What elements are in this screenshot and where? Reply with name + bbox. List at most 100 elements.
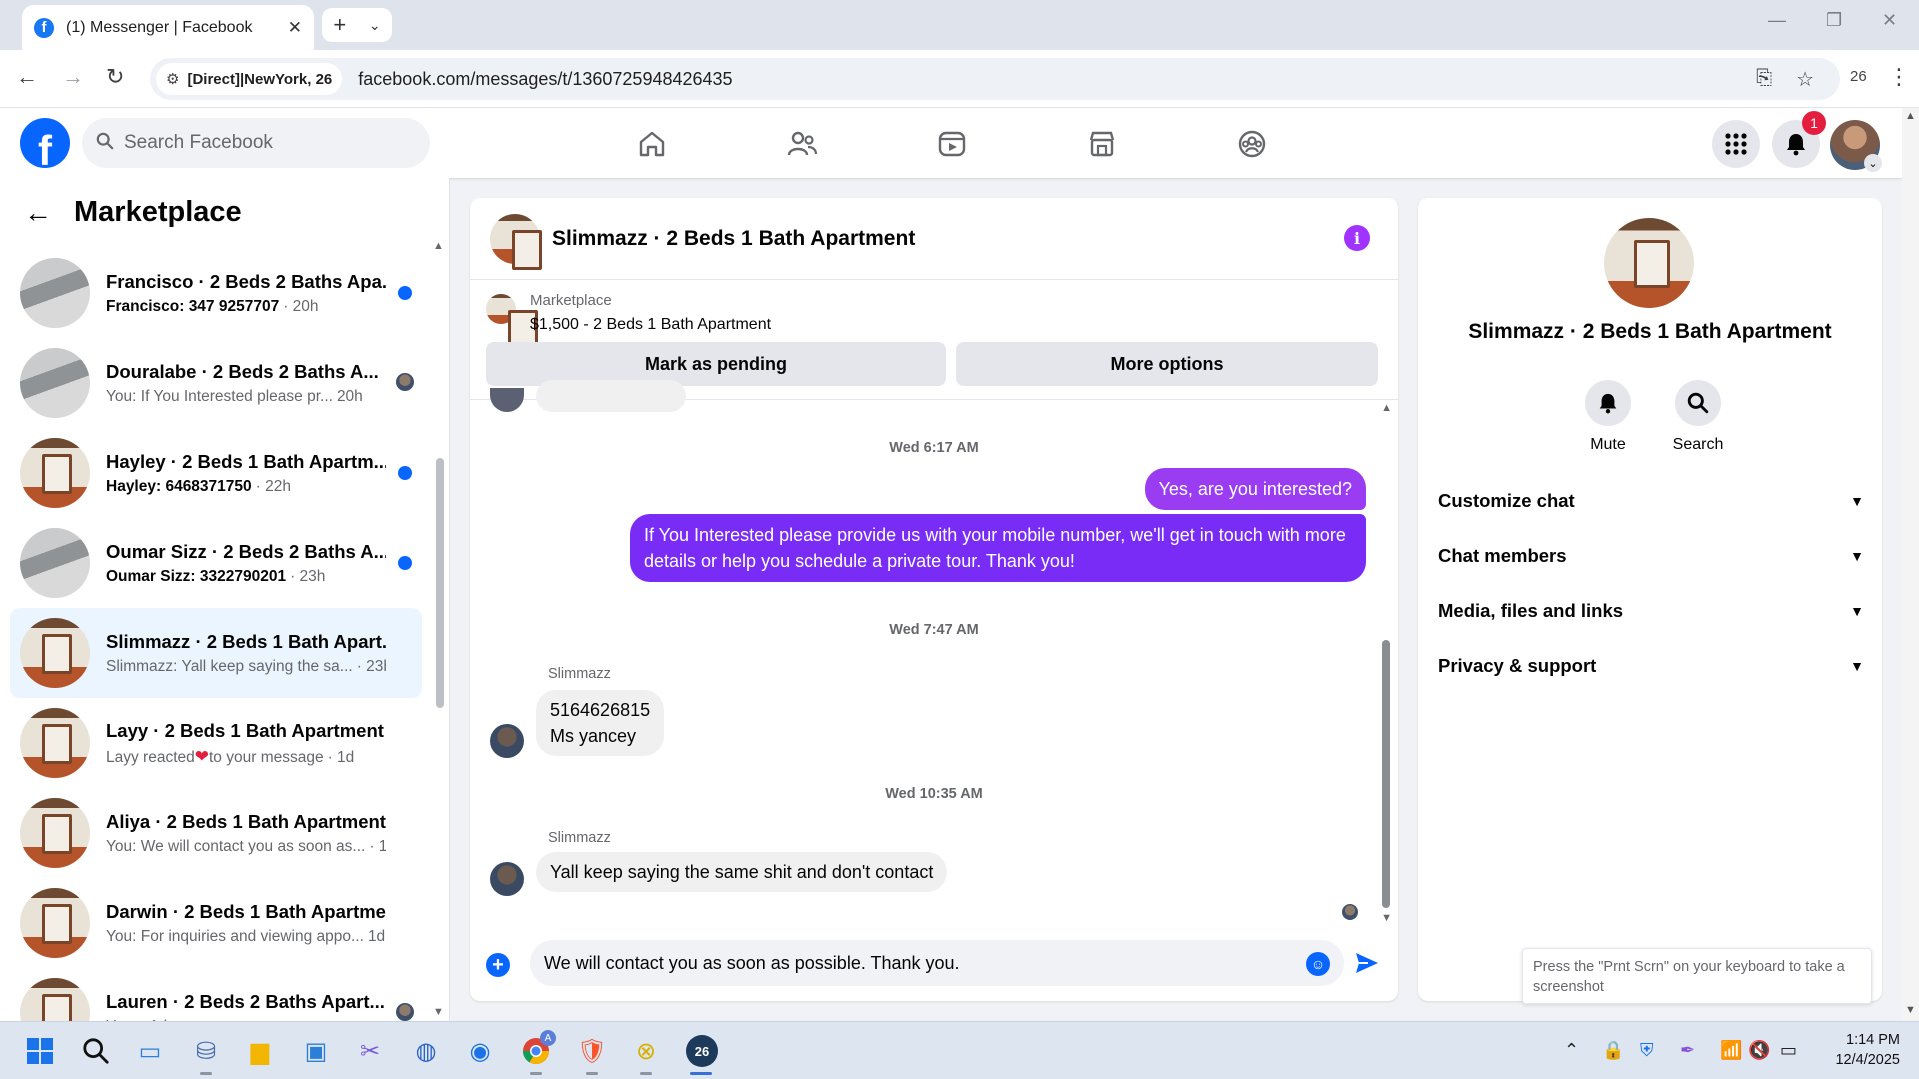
security-shield-icon[interactable]: ⛨ bbox=[1640, 1040, 1654, 1061]
list-scrollbar[interactable] bbox=[436, 458, 444, 708]
system-clock[interactable]: 1:14 PM 12/4/2025 bbox=[1822, 1030, 1900, 1070]
new-tab-group: + ⌄ bbox=[322, 8, 392, 42]
browser-tab[interactable]: f (1) Messenger | Facebook ✕ bbox=[22, 5, 314, 50]
conversation-item[interactable]: Darwin · 2 Beds 1 Bath Apartment You: For… bbox=[10, 878, 422, 968]
conversation-item[interactable]: Slimmazz · 2 Beds 1 Bath Apart... Slimmaz… bbox=[10, 608, 422, 698]
marketplace-chat-list: ← Marketplace Francisco · 2 Beds 2 Baths… bbox=[0, 178, 450, 1021]
emoji-icon[interactable]: ☺ bbox=[1306, 952, 1330, 976]
message-bubble-incoming[interactable]: 5164626815 Ms yancey bbox=[536, 690, 665, 756]
install-app-icon[interactable]: ⎘ bbox=[1756, 67, 1772, 92]
browser-menu-icon[interactable]: ⋮ bbox=[1888, 64, 1910, 90]
reload-icon[interactable]: ↻ bbox=[106, 64, 124, 90]
scroll-down-arrow-icon[interactable]: ▼ bbox=[1381, 912, 1392, 924]
message-bubble-outgoing[interactable]: If You Interested please provide us with… bbox=[630, 514, 1366, 582]
conversation-time: · 23h bbox=[356, 657, 386, 675]
search-action[interactable]: Search bbox=[1663, 380, 1733, 454]
bookmark-star-icon[interactable]: ☆ bbox=[1796, 67, 1814, 92]
pen-icon[interactable]: ✒ bbox=[1680, 1040, 1695, 1061]
globe-icon[interactable]: ◍ bbox=[410, 1035, 442, 1067]
conversation-item[interactable]: Francisco · 2 Beds 2 Baths Apa... Francis… bbox=[10, 248, 422, 338]
chat-panel: Slimmazz · 2 Beds 1 Bath Apartment i Mar… bbox=[470, 198, 1398, 1001]
tab-search-chevron-icon[interactable]: ⌄ bbox=[369, 17, 381, 34]
scroll-up-arrow-icon[interactable]: ▲ bbox=[433, 240, 444, 252]
window-close-icon[interactable]: ✕ bbox=[1882, 10, 1897, 31]
conversation-text: Darwin · 2 Beds 1 Bath Apartment You: For… bbox=[106, 901, 386, 946]
menu-grid-button[interactable] bbox=[1712, 120, 1760, 168]
conversation-time: · 22h bbox=[255, 477, 291, 495]
lock-icon[interactable]: 🔒 bbox=[1602, 1040, 1624, 1061]
chat-title[interactable]: Slimmazz · 2 Beds 1 Bath Apartment bbox=[552, 227, 915, 251]
conversation-preview: Slimmazz: Yall keep saying the sa... · 23… bbox=[106, 658, 386, 676]
timestamp: Wed 6:17 AM bbox=[889, 440, 979, 456]
scroll-up-arrow-icon[interactable]: ▲ bbox=[1905, 110, 1916, 122]
message-input[interactable] bbox=[530, 940, 1344, 986]
send-icon[interactable] bbox=[1354, 950, 1380, 981]
minimize-icon[interactable]: — bbox=[1768, 10, 1786, 31]
back-arrow-icon[interactable]: ← bbox=[16, 64, 38, 90]
chrome-canary-icon[interactable]: ◉ bbox=[464, 1035, 496, 1067]
friends-icon[interactable] bbox=[782, 124, 822, 164]
sender-avatar[interactable] bbox=[490, 724, 524, 758]
seen-receipt-avatar bbox=[396, 373, 414, 391]
taskview-icon[interactable]: ▭ bbox=[134, 1035, 166, 1067]
more-options-button[interactable]: More options bbox=[956, 342, 1378, 386]
conversation-item[interactable]: Aliya · 2 Beds 1 Bath Apartment You: We w… bbox=[10, 788, 422, 878]
scroll-up-arrow-icon[interactable]: ▲ bbox=[1381, 402, 1392, 414]
listing-thumbnail[interactable] bbox=[486, 294, 538, 350]
scroll-down-arrow-icon[interactable]: ▼ bbox=[433, 1006, 444, 1018]
back-arrow-icon[interactable]: ← bbox=[24, 197, 52, 229]
new-tab-icon[interactable]: + bbox=[333, 12, 346, 38]
marketplace-icon[interactable] bbox=[1082, 124, 1122, 164]
message-bubble-incoming[interactable]: Yall keep saying the same shit and don't… bbox=[536, 852, 948, 892]
chat-avatar[interactable] bbox=[490, 213, 542, 270]
extension-badge[interactable]: 26 bbox=[1850, 68, 1867, 85]
search-input[interactable] bbox=[124, 132, 404, 154]
message-bubble-outgoing[interactable]: Yes, are you interested? bbox=[1144, 468, 1366, 510]
thread-scrollbar[interactable] bbox=[1382, 640, 1390, 908]
info-icon[interactable]: i bbox=[1344, 225, 1370, 251]
file-explorer-icon[interactable]: ▆ bbox=[244, 1035, 276, 1067]
tab-close-icon[interactable]: ✕ bbox=[288, 18, 302, 38]
scroll-down-arrow-icon[interactable]: ▼ bbox=[1905, 1004, 1916, 1016]
video-icon[interactable] bbox=[932, 124, 972, 164]
conversation-item[interactable]: Layy · 2 Beds 1 Bath Apartment Layy react… bbox=[10, 698, 422, 788]
preview-text: You: If You Interested please pr... bbox=[106, 387, 333, 405]
site-info-chip[interactable]: ⚙ [Direct]|NewYork, 26 bbox=[156, 63, 343, 95]
facebook-logo-icon[interactable]: f bbox=[20, 118, 70, 168]
sender-avatar[interactable] bbox=[490, 862, 524, 896]
conversation-preview: You: We will contact you as soon as... · … bbox=[106, 838, 386, 856]
windows-start-icon[interactable] bbox=[24, 1035, 56, 1067]
snipping-tool-icon[interactable]: ✂ bbox=[354, 1035, 386, 1067]
home-icon[interactable] bbox=[632, 124, 672, 164]
brave-icon[interactable]: 🛡 bbox=[576, 1035, 608, 1067]
volume-muted-icon[interactable]: 🔇 bbox=[1748, 1040, 1770, 1061]
page-scrollbar[interactable]: ▲ ▼ bbox=[1902, 108, 1919, 1021]
section-customize-chat[interactable]: Customize chat ▼ bbox=[1438, 490, 1864, 512]
contact-avatar[interactable] bbox=[1604, 218, 1694, 308]
section-media-files-links[interactable]: Media, files and links ▼ bbox=[1438, 600, 1864, 622]
section-chat-members[interactable]: Chat members ▼ bbox=[1438, 545, 1864, 567]
search-icon[interactable] bbox=[80, 1035, 112, 1067]
tray-chevron-icon[interactable]: ⌃ bbox=[1564, 1040, 1579, 1061]
listing-title[interactable]: $1,500 - 2 Beds 1 Bath Apartment bbox=[530, 316, 771, 334]
conversation-item[interactable]: Oumar Sizz · 2 Beds 2 Baths A... Oumar Si… bbox=[10, 518, 422, 608]
network-app-icon[interactable]: ⛁ bbox=[190, 1035, 222, 1067]
profile-browser-icon[interactable]: 26 bbox=[686, 1035, 718, 1067]
wifi-icon[interactable]: 📶 bbox=[1720, 1040, 1742, 1061]
battery-icon[interactable]: ▭ bbox=[1780, 1040, 1797, 1061]
plus-icon[interactable]: + bbox=[486, 953, 510, 977]
maximize-icon[interactable]: ❐ bbox=[1826, 10, 1842, 31]
groups-icon[interactable] bbox=[1232, 124, 1272, 164]
account-avatar[interactable]: ⌄ bbox=[1830, 120, 1882, 172]
url-text[interactable]: facebook.com/messages/t/1360725948426435 bbox=[358, 69, 732, 90]
ix-browser-icon[interactable]: ⊗ bbox=[630, 1035, 662, 1067]
conversation-item[interactable]: Hayley · 2 Beds 1 Bath Apartm... Hayley: … bbox=[10, 428, 422, 518]
section-privacy-support[interactable]: Privacy & support ▼ bbox=[1438, 655, 1864, 677]
conversation-item[interactable]: Douralabe · 2 Beds 2 Baths A... You: If Y… bbox=[10, 338, 422, 428]
omnibox[interactable]: ⚙ [Direct]|NewYork, 26 facebook.com/mess… bbox=[150, 58, 1840, 100]
conversation-item[interactable]: Lauren · 2 Beds 2 Baths Apart...You:· 1d bbox=[10, 968, 422, 1021]
mute-action[interactable]: Mute bbox=[1573, 380, 1643, 454]
control-panel-icon[interactable]: ▣ bbox=[300, 1035, 332, 1067]
forward-arrow-icon[interactable]: → bbox=[62, 64, 84, 90]
facebook-search[interactable] bbox=[82, 118, 430, 168]
